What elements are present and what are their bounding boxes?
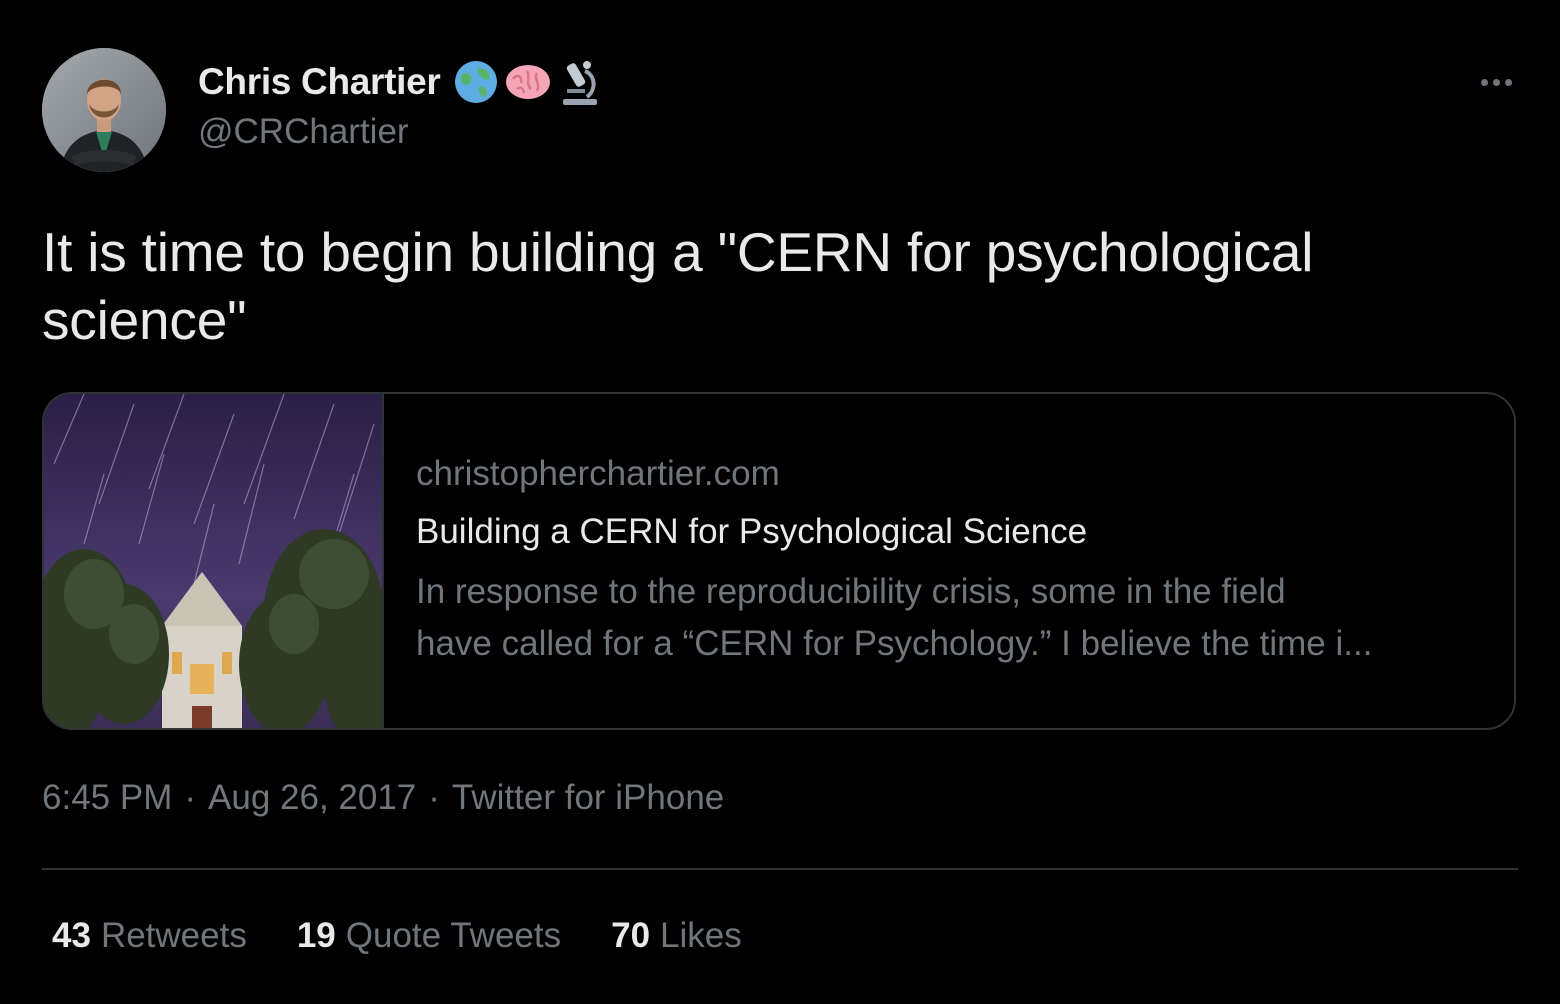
link-preview-card[interactable]: christopherchartier.com Building a CERN … bbox=[42, 392, 1516, 730]
more-dot-icon bbox=[1480, 78, 1488, 86]
microscope-icon bbox=[557, 57, 603, 107]
tweet-date[interactable]: Aug 26, 2017 bbox=[208, 778, 416, 818]
tweet-source[interactable]: Twitter for iPhone bbox=[452, 778, 724, 818]
globe-icon bbox=[453, 59, 499, 105]
tweet-stats: 43 Retweets 19 Quote Tweets 70 Likes bbox=[52, 916, 742, 956]
author-handle[interactable]: @CRChartier bbox=[198, 112, 409, 152]
link-preview-description: In response to the reproducibility crisi… bbox=[416, 572, 1373, 663]
likes-label: Likes bbox=[660, 916, 742, 955]
tweet-time[interactable]: 6:45 PM bbox=[42, 778, 172, 818]
more-dot-icon bbox=[1504, 78, 1512, 86]
divider bbox=[42, 868, 1518, 870]
link-preview-body: christopherchartier.com Building a CERN … bbox=[416, 452, 1496, 670]
avatar-photo bbox=[42, 48, 166, 172]
name-emoji-badges bbox=[453, 57, 603, 107]
retweets-count: 43 bbox=[52, 916, 91, 955]
likes-count: 70 bbox=[611, 916, 651, 955]
quote-tweets-label: Quote Tweets bbox=[345, 916, 562, 955]
link-preview-title: Building a CERN for Psychological Scienc… bbox=[416, 512, 1088, 551]
meta-separator: · bbox=[184, 778, 197, 817]
tweet-text: It is time to begin building a "CERN for… bbox=[42, 221, 1314, 351]
avatar[interactable] bbox=[42, 48, 166, 172]
retweets-stat[interactable]: 43 Retweets bbox=[52, 916, 247, 956]
link-preview-domain: christopherchartier.com bbox=[416, 454, 780, 493]
link-preview-image bbox=[44, 394, 384, 728]
more-options-button[interactable] bbox=[1468, 62, 1524, 102]
tweet-meta: 6:45 PM · Aug 26, 2017 · Twitter for iPh… bbox=[42, 778, 724, 818]
more-dot-icon bbox=[1492, 78, 1500, 86]
meta-separator: · bbox=[428, 778, 440, 817]
quote-tweets-count: 19 bbox=[296, 916, 336, 955]
retweets-label: Retweets bbox=[100, 916, 247, 955]
quote-tweets-stat[interactable]: 19 Quote Tweets bbox=[297, 916, 561, 956]
display-name[interactable]: Chris Chartier bbox=[198, 61, 441, 103]
author-name-row: Chris Chartier bbox=[198, 56, 603, 108]
brain-icon bbox=[503, 59, 553, 105]
likes-stat[interactable]: 70 Likes bbox=[611, 916, 742, 956]
